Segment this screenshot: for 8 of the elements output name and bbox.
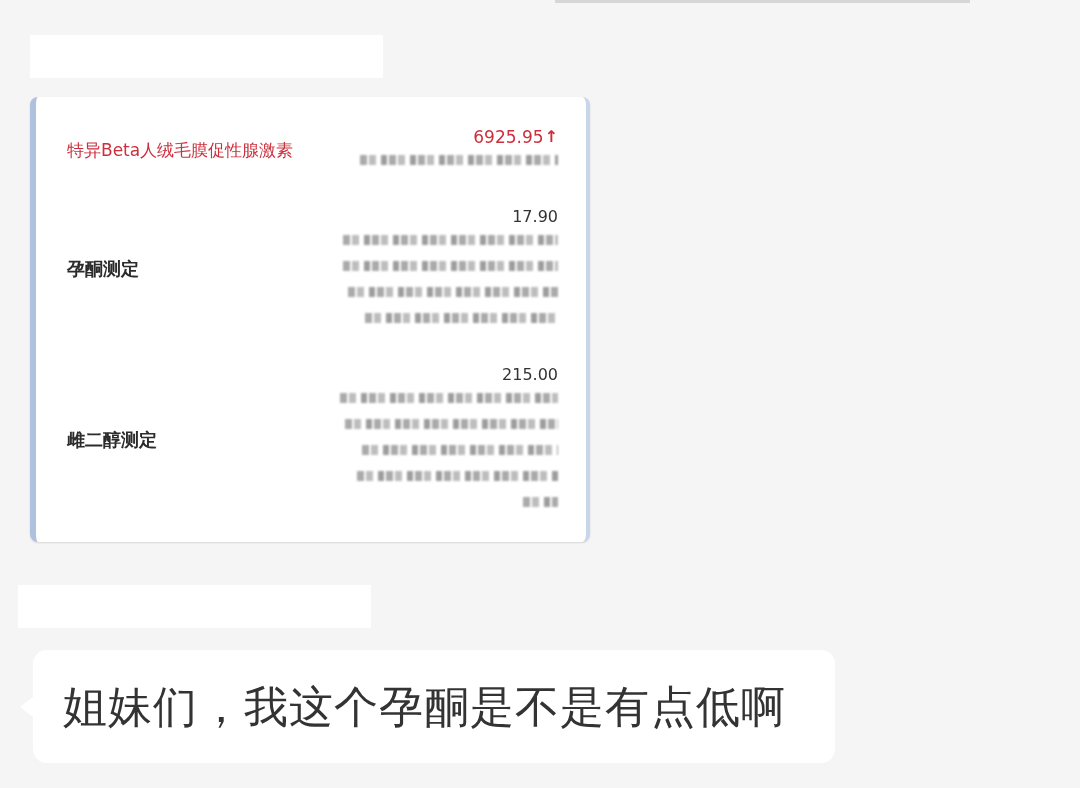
message-text: 姐妹们，我这个孕酮是不是有点低啊 bbox=[63, 680, 787, 733]
report-value: 6925.95 bbox=[473, 127, 544, 147]
abnormal-flag-label: ↑ bbox=[544, 127, 558, 147]
report-value: 17.90 bbox=[512, 207, 558, 227]
report-value: 215.00 bbox=[502, 365, 558, 385]
report-item-name: 孕酮测定 bbox=[67, 257, 139, 281]
report-item-name: 雌二醇测定 bbox=[67, 428, 157, 452]
report-item-name: 特异Beta人绒毛膜促性腺激素 bbox=[67, 138, 294, 162]
